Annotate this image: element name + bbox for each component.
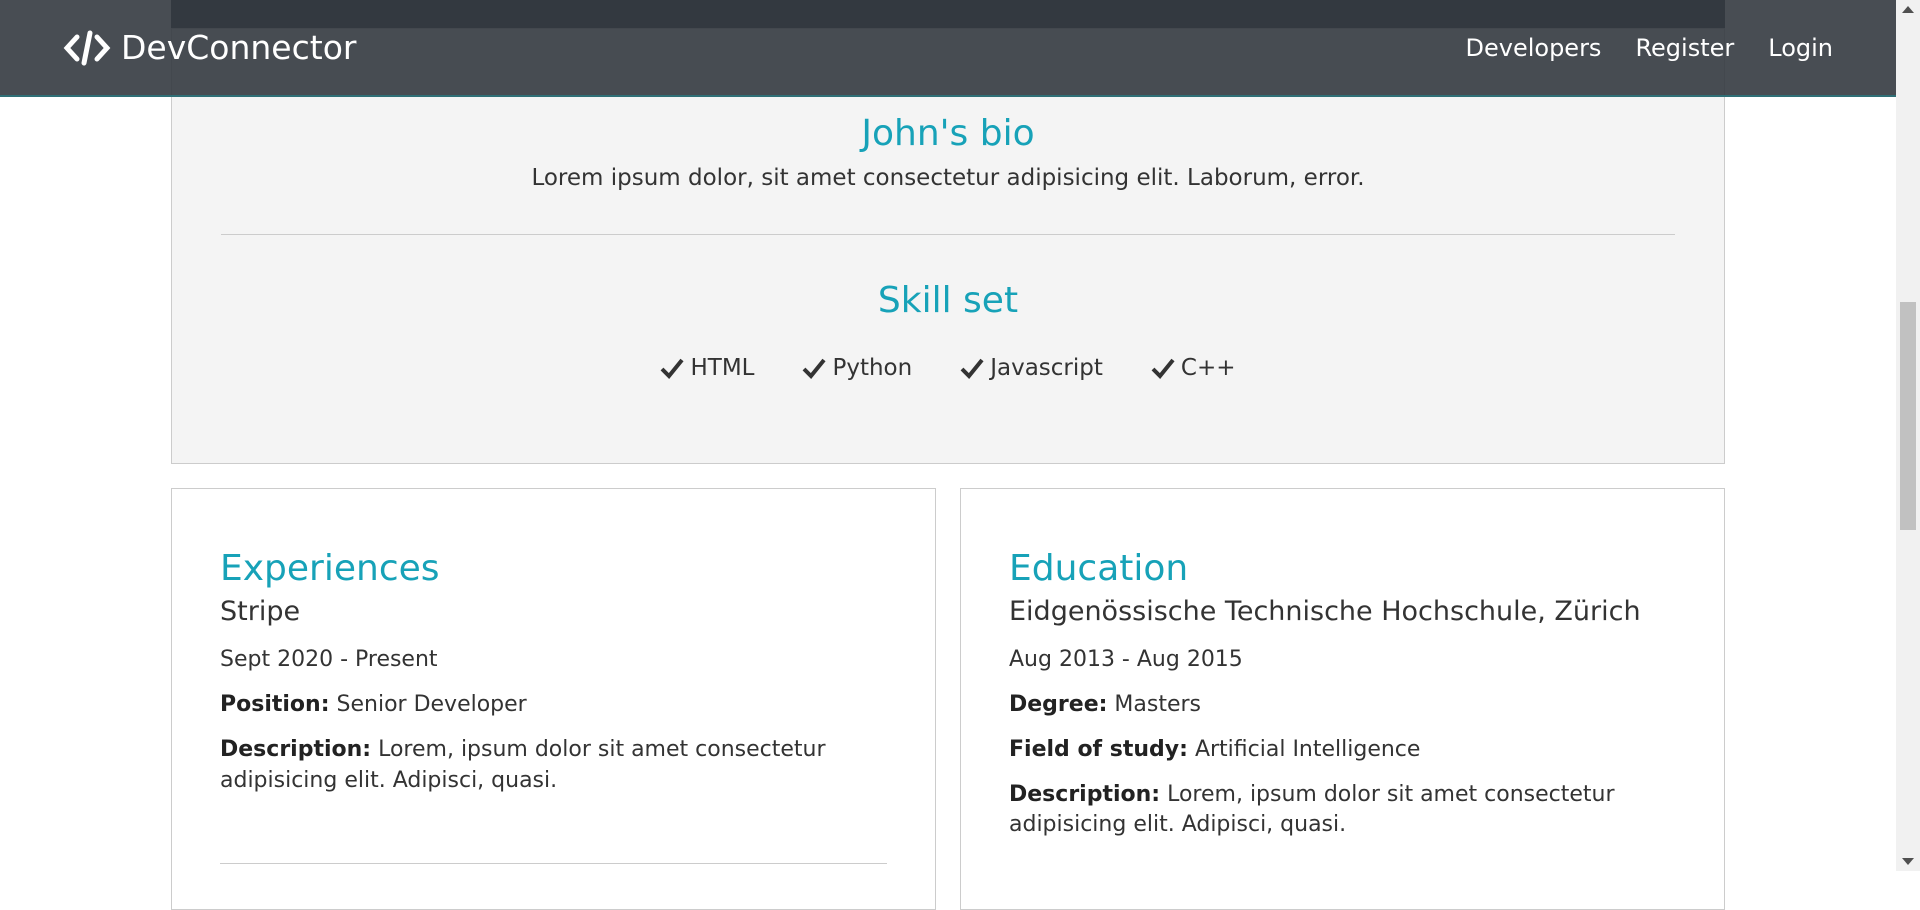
experience-divider: [220, 863, 887, 864]
scroll-down-arrow-icon[interactable]: [1902, 858, 1914, 865]
nav-link-developers[interactable]: Developers: [1466, 34, 1602, 62]
skill-item: C++: [1151, 355, 1236, 381]
vertical-scrollbar[interactable]: [1896, 0, 1920, 871]
skill-label: HTML: [690, 355, 755, 381]
skill-set-title: Skill set: [877, 280, 1019, 321]
experience-position: Position: Senior Developer: [220, 690, 887, 721]
skill-label: Python: [832, 355, 913, 381]
scrollbar-thumb[interactable]: [1900, 302, 1916, 530]
top-navbar: DevConnector Developers Register Login: [0, 0, 1896, 97]
position-label: Position:: [220, 691, 330, 717]
check-icon: [960, 358, 984, 379]
nav-links: Developers Register Login: [1466, 34, 1834, 62]
education-field: Field of study: Artificial Intelligence: [1009, 735, 1676, 766]
brand-link[interactable]: DevConnector: [63, 28, 356, 67]
experience-dates: Sept 2020 - Present: [220, 647, 438, 673]
education-panel: Education Eidgenössische Technische Hoch…: [960, 488, 1725, 910]
description-label: Description:: [1009, 781, 1161, 807]
nav-link-login[interactable]: Login: [1768, 34, 1833, 62]
check-icon: [661, 358, 685, 379]
experience-title: Experiences: [220, 548, 440, 589]
education-school: Eidgenössische Technische Hochschule, Zü…: [1009, 596, 1641, 628]
scroll-up-arrow-icon[interactable]: [1902, 6, 1914, 13]
skill-item: Javascript: [960, 355, 1103, 381]
check-icon: [1151, 358, 1175, 379]
nav-link-register[interactable]: Register: [1635, 34, 1734, 62]
skill-item: HTML: [660, 355, 754, 381]
bio-text: Lorem ipsum dolor, sit amet consectetur …: [531, 165, 1365, 191]
experience-panel: Experiences Stripe Sept 2020 - Present P…: [171, 488, 936, 910]
bio-divider: [221, 234, 1675, 235]
skill-label: C++: [1180, 355, 1236, 381]
experience-company: Stripe: [220, 596, 301, 628]
education-description: Description: Lorem, ipsum dolor sit amet…: [1009, 780, 1676, 842]
degree-label: Degree:: [1009, 691, 1108, 717]
brand-name: DevConnector: [121, 28, 357, 67]
field-label: Field of study:: [1009, 736, 1188, 762]
education-degree: Degree: Masters: [1009, 690, 1676, 721]
description-label: Description:: [220, 736, 372, 762]
degree-value: Masters: [1114, 691, 1202, 717]
education-title: Education: [1009, 548, 1189, 589]
education-dates: Aug 2013 - Aug 2015: [1009, 647, 1243, 673]
skill-list: HTML Python Javascript C++: [172, 355, 1724, 381]
position-value: Senior Developer: [336, 691, 527, 717]
bio-title: John's bio: [861, 113, 1035, 154]
code-icon: [63, 30, 111, 65]
experience-description: Description: Lorem, ipsum dolor sit amet…: [220, 735, 887, 797]
field-value: Artificial Intelligence: [1194, 736, 1421, 762]
check-icon: [803, 358, 827, 379]
skill-item: Python: [802, 355, 912, 381]
skill-label: Javascript: [990, 355, 1103, 381]
